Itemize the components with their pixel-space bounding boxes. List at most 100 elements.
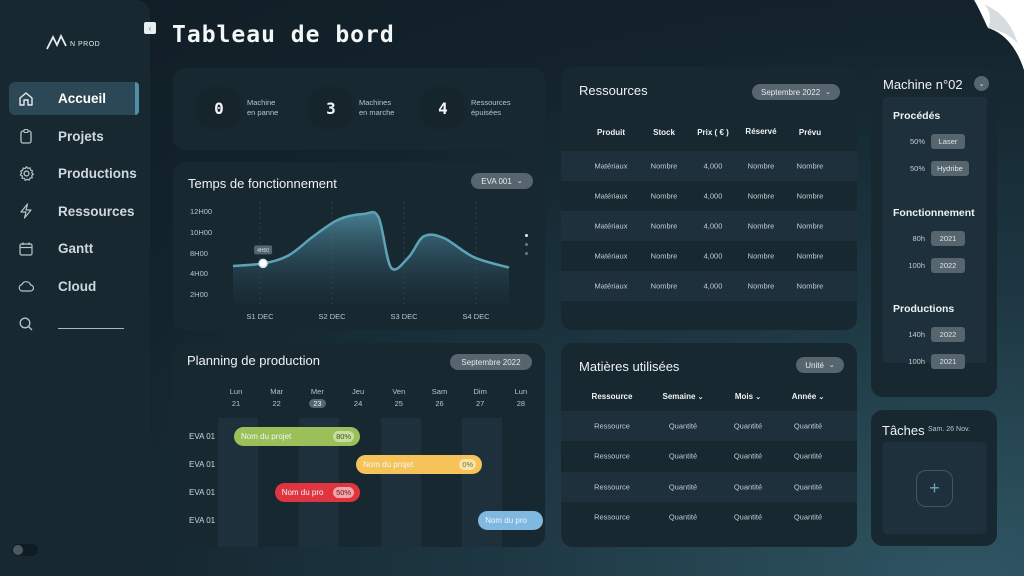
column-header[interactable]: Prévu [799, 128, 821, 137]
pager-dot[interactable] [525, 243, 528, 246]
unit-selector[interactable]: Unité ⌄ [796, 357, 844, 373]
table-row[interactable]: Matériaux Nombre 4,000 Nombre Nombre [561, 181, 857, 211]
gantt-bar[interactable]: Nom du projet 80% [234, 427, 361, 446]
sidebar-item-gantt[interactable]: Gantt [9, 232, 139, 265]
pager-dot[interactable] [525, 234, 528, 237]
column-header[interactable]: Produit [597, 128, 625, 137]
table-cell: Quantité [733, 451, 763, 461]
column-header[interactable]: Semaine ⌄ [662, 392, 703, 401]
column-header[interactable]: Année ⌄ [792, 392, 825, 401]
sidebar-item-label: Productions [58, 166, 137, 181]
machine-stat-tag[interactable]: 2022 [931, 327, 965, 342]
machine-stat-tag[interactable]: Laser [931, 134, 965, 149]
table-cell: Nombre [796, 191, 824, 201]
table-cell: Nombre [796, 221, 824, 231]
tooltip-label: 4H50 [257, 248, 269, 254]
pager-dot[interactable] [525, 252, 528, 255]
sidebar-search[interactable] [9, 307, 139, 340]
machine-stat-tag[interactable]: 2021 [931, 231, 965, 246]
machine-stat: 100h 2022 [895, 258, 965, 273]
sidebar-item-label: Ressources [58, 203, 135, 219]
table-row[interactable]: Matériaux Nombre 4,000 Nombre Nombre [561, 211, 857, 241]
table-row[interactable]: Ressource Quantité Quantité Quantité [561, 472, 857, 502]
chevron-left-icon[interactable]: ‹ [144, 22, 156, 34]
resources-month-selector[interactable]: Septembre 2022 ⌄ [752, 84, 840, 100]
machine-stat-value: 50% [909, 164, 925, 173]
day-header[interactable]: Ven 25 [384, 386, 414, 410]
table-cell: Quantité [733, 482, 763, 492]
table-row[interactable]: Ressource Quantité Quantité Quantité [561, 502, 857, 532]
table-cell: 4,000 [703, 251, 723, 261]
table-row[interactable]: Ressource Quantité Quantité Quantité [561, 411, 857, 441]
day-header[interactable]: Mar 22 [262, 386, 292, 410]
row-label: EVA 01 [189, 488, 216, 497]
day-number: 25 [394, 399, 403, 408]
table-cell: Ressource [594, 512, 630, 522]
day-number: 28 [516, 399, 526, 408]
bar-progress: 80% [333, 431, 355, 442]
table-cell: Ressource [594, 482, 630, 492]
machine-dropdown-button[interactable]: ⌄ [974, 76, 989, 91]
column-header[interactable]: Stock [653, 128, 675, 137]
machine-stat-tag[interactable]: 2021 [931, 354, 965, 369]
gantt-bar[interactable]: Nom du pro 50% [274, 483, 361, 502]
day-header[interactable]: Sam 26 [425, 386, 455, 410]
highlight-point[interactable] [258, 258, 268, 269]
unit-selector-value: Unité [805, 360, 824, 370]
sidebar-item-projets[interactable]: Projets [9, 120, 139, 153]
table-row[interactable]: Matériaux Nombre 4,000 Nombre Nombre [561, 241, 857, 271]
plus-icon: + [929, 478, 940, 498]
planning-month-selector[interactable]: Septembre 2022 [450, 354, 532, 370]
table-cell: Quantité [668, 482, 698, 492]
table-row[interactable]: Ressource Quantité Quantité Quantité [561, 441, 857, 471]
table-cell: Nombre [796, 161, 824, 171]
machine-stat-tag[interactable]: 2022 [931, 258, 965, 273]
calendar-icon [17, 240, 35, 258]
theme-toggle[interactable] [12, 544, 38, 556]
machine-section-title: Procédés [893, 110, 941, 122]
day-header[interactable]: Lun 28 [506, 386, 536, 410]
table-cell: Nombre [796, 251, 824, 261]
machine-selector[interactable]: EVA 001 ⌄ [471, 173, 533, 189]
app-logo[interactable]: N PROD [46, 34, 100, 50]
day-header[interactable]: Mer 23 [302, 386, 332, 410]
table-cell: Matériaux [594, 191, 628, 201]
column-header[interactable]: Réservé [745, 127, 776, 136]
sidebar-item-productions[interactable]: Productions [9, 157, 139, 190]
day-name: Sam [431, 387, 448, 396]
day-header[interactable]: Lun 21 [221, 386, 251, 410]
column-header[interactable]: Mois ⌄ [735, 392, 761, 401]
gantt-bar[interactable]: Nom du pro [478, 511, 544, 530]
machine-stat: 50% Hydribe [895, 161, 969, 176]
day-name: Jeu [352, 387, 365, 396]
sidebar-item-ressources[interactable]: Ressources [9, 195, 139, 228]
column-header[interactable]: Prix ( € ) [697, 128, 729, 137]
sidebar-item-label: Cloud [58, 278, 97, 294]
table-row[interactable]: Matériaux Nombre 4,000 Nombre Nombre [561, 271, 857, 301]
materials-card: Matières utilisées Unité ⌄ Ressource Sema… [561, 343, 857, 547]
cloud-icon [17, 277, 35, 295]
tasks-title: Tâches [882, 423, 925, 438]
day-header[interactable]: Dim 27 [465, 386, 495, 410]
table-row[interactable]: Matériaux Nombre 4,000 Nombre Nombre [561, 151, 857, 181]
add-task-button[interactable]: + [916, 470, 953, 507]
machine-stat-tag[interactable]: Hydribe [931, 161, 969, 176]
machine-stat-value: 80h [912, 234, 925, 243]
table-cell: Quantité [793, 482, 823, 492]
y-tick: 2H00 [190, 290, 208, 299]
table-cell: Nombre [650, 281, 678, 291]
day-header[interactable]: Jeu 24 [343, 386, 373, 410]
stat-machines-down: 0 Machine en panne [201, 91, 297, 125]
table-cell: Matériaux [594, 251, 628, 261]
area-fill [233, 212, 509, 304]
search-input[interactable] [58, 328, 124, 329]
sidebar-item-cloud[interactable]: Cloud [9, 270, 139, 303]
chevron-down-icon: ⌄ [697, 394, 704, 401]
stat-machines-running: 3 Machines en marche [313, 91, 409, 125]
sidebar-item-accueil[interactable]: Accueil [9, 82, 139, 115]
machine-stat: 80h 2021 [895, 231, 965, 246]
day-number: 26 [435, 399, 444, 408]
gantt-bar[interactable]: Nom du projet 0% [356, 455, 483, 474]
column-header[interactable]: Ressource [592, 392, 633, 401]
row-label: EVA 01 [189, 432, 216, 441]
